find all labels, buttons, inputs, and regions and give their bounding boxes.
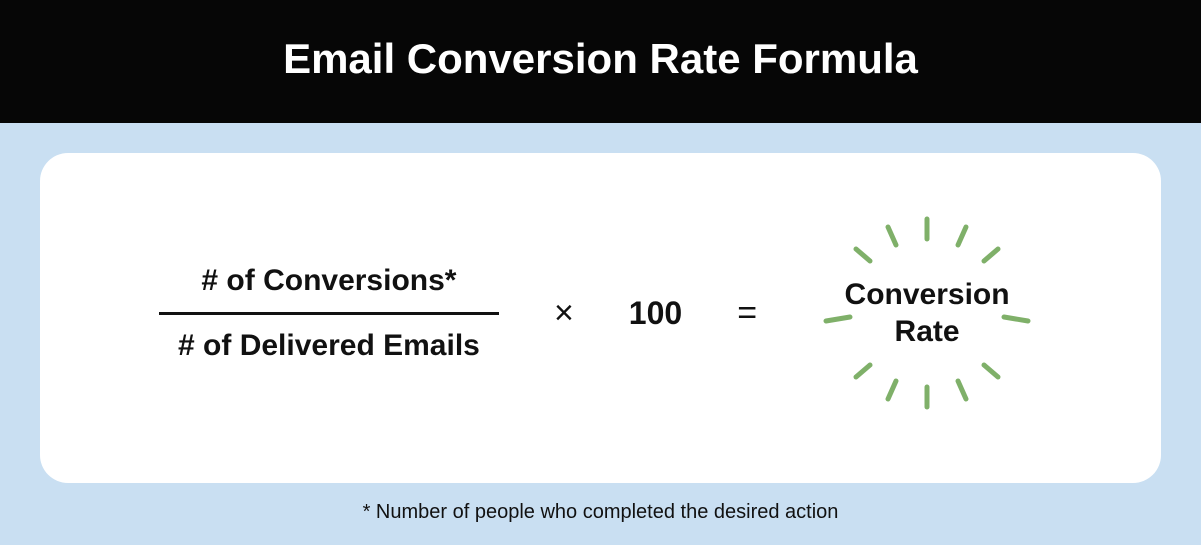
page-title: Email Conversion Rate Formula — [283, 35, 918, 82]
formula-card: # of Conversions* # of Delivered Emails … — [40, 153, 1161, 483]
fraction: # of Conversions* # of Delivered Emails — [159, 264, 499, 363]
header-bar: Email Conversion Rate Formula — [0, 0, 1201, 123]
result-line2: Rate — [895, 315, 960, 348]
body-area: # of Conversions* # of Delivered Emails … — [0, 123, 1201, 545]
multiply-sign: × — [554, 294, 574, 333]
denominator: # of Delivered Emails — [178, 315, 480, 363]
result-label: Conversion Rate — [845, 276, 1010, 351]
result-line1: Conversion — [845, 278, 1010, 311]
footnote: * Number of people who completed the des… — [363, 501, 839, 524]
numerator: # of Conversions* — [201, 264, 456, 312]
constant-100: 100 — [629, 295, 682, 332]
equals-sign: = — [737, 294, 757, 333]
result: Conversion Rate — [812, 213, 1042, 413]
